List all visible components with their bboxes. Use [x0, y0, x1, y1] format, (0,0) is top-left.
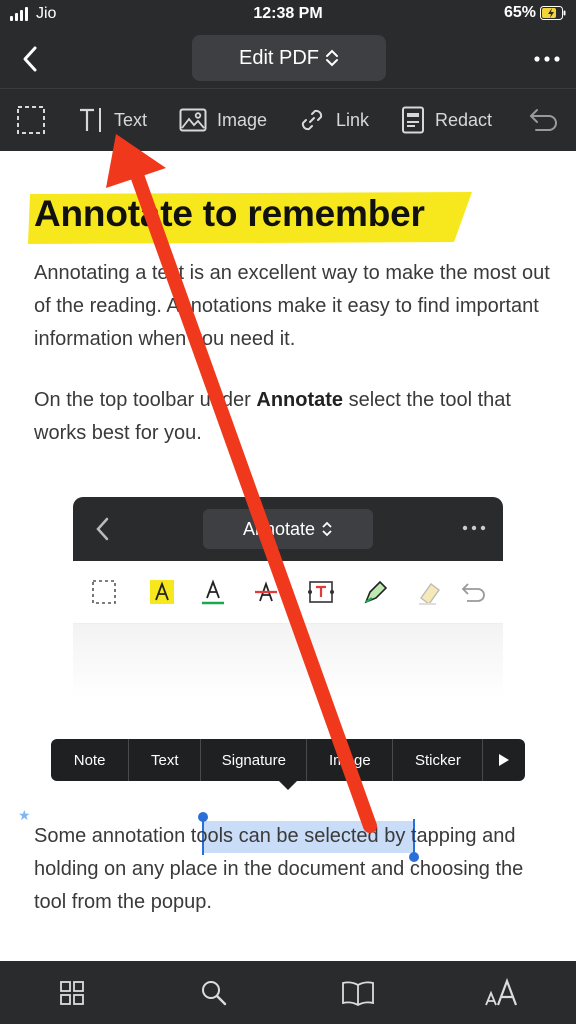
page-title: Edit PDF: [238, 46, 320, 69]
paragraph-1: Annotating a text is an excellent way to…: [34, 262, 550, 350]
thumbnails-button[interactable]: [56, 977, 88, 1009]
undo-icon: [459, 577, 489, 607]
search-icon: [202, 981, 227, 1006]
image-icon: [179, 108, 207, 132]
text-size-button[interactable]: [484, 977, 520, 1009]
more-button[interactable]: [532, 44, 562, 74]
strikethrough-tool-icon: [251, 577, 281, 607]
chevron-left-icon: [96, 517, 109, 541]
status-time: 12:38 PM: [253, 5, 323, 22]
popup-pointer: [279, 781, 297, 790]
popup-item-text[interactable]: Text: [129, 739, 202, 781]
status-bar: Jio 12:38 PM 65%: [0, 0, 576, 30]
eraser-tool-icon: [415, 577, 445, 607]
play-right-icon: [499, 754, 510, 766]
popup-item-label: Text: [151, 751, 179, 769]
document-page[interactable]: Annotate to remember Annotating a text i…: [0, 151, 576, 961]
popup-item-note[interactable]: Note: [51, 739, 130, 781]
paragraph-2-text: On the top toolbar under: [34, 389, 257, 411]
popup-item-label: Note: [73, 751, 106, 769]
highlight-tool-icon: [147, 577, 177, 607]
book-open-icon: [342, 981, 374, 1006]
annotation-popup-menu: Note Text Signature Image Sticker: [51, 739, 525, 781]
underline-tool-icon: [198, 577, 228, 607]
status-right: 65%: [504, 4, 566, 22]
image-tool-button[interactable]: Image: [179, 103, 267, 137]
dashed-select-icon: [89, 577, 119, 607]
preview-tools-row: [73, 561, 503, 624]
paragraph-3-text: Some annotation: [34, 825, 191, 847]
text-tool-label: Text: [114, 109, 148, 130]
reading-mode-button[interactable]: [340, 977, 376, 1009]
preview-shadow: [73, 624, 503, 697]
font-size-icon: [485, 978, 518, 1006]
popup-item-label: Sticker: [414, 751, 461, 769]
paragraph-2-bold: Annotate: [256, 389, 344, 411]
textbox-tool-icon: [306, 577, 336, 607]
preview-mode-selector: Annotate: [203, 509, 373, 549]
sparkle-icon: ★: [18, 807, 31, 823]
text-tool-button[interactable]: Text: [78, 103, 147, 137]
paragraph-2: On the top toolbar under Annotate select…: [34, 384, 554, 450]
popup-next-button[interactable]: [483, 739, 525, 781]
text-cursor-icon: [80, 108, 101, 132]
pen-tool-icon: [361, 577, 391, 607]
dashed-select-icon: [17, 106, 45, 134]
annotate-toolbar-preview: Annotate: [73, 497, 503, 697]
link-tool-button[interactable]: Link: [298, 103, 369, 137]
popup-item-signature[interactable]: Signature: [201, 739, 308, 781]
popup-item-label: Signature: [221, 751, 286, 769]
undo-icon: [530, 109, 557, 131]
paragraph-3: Some annotation tools can be selected by…: [34, 820, 559, 919]
back-button[interactable]: [14, 42, 48, 76]
bottom-bar: [0, 961, 576, 1024]
search-button[interactable]: [198, 977, 230, 1009]
battery-charging-icon: [540, 6, 566, 20]
image-tool-label: Image: [217, 109, 268, 130]
chevron-updown-icon: [322, 521, 332, 537]
redact-document-icon: [402, 106, 424, 134]
more-dots-icon: [462, 525, 486, 531]
mode-selector[interactable]: Edit PDF: [192, 35, 386, 81]
popup-item-image[interactable]: Image: [307, 739, 394, 781]
link-tool-label: Link: [336, 109, 370, 130]
popup-item-label: Image: [328, 751, 371, 769]
select-tool-button[interactable]: [16, 103, 46, 137]
link-icon: [301, 109, 323, 131]
chevron-updown-icon: [326, 49, 339, 67]
battery-percent: 65%: [503, 4, 536, 21]
document-title: Annotate to remember: [34, 193, 425, 234]
redact-tool-button[interactable]: Redact: [401, 103, 492, 137]
chevron-left-icon: [23, 46, 37, 72]
preview-nav-bar: Annotate: [73, 497, 503, 561]
redact-tool-label: Redact: [435, 109, 493, 130]
grid-icon: [60, 981, 84, 1005]
undo-button[interactable]: [528, 103, 560, 137]
popup-item-sticker[interactable]: Sticker: [393, 739, 484, 781]
edit-toolbar: Text Image Link Redact: [0, 88, 576, 151]
selected-text: tools can be selected: [190, 825, 379, 847]
preview-title: Annotate: [242, 518, 316, 539]
nav-bar: Edit PDF: [0, 30, 576, 88]
more-dots-icon: [534, 56, 560, 62]
